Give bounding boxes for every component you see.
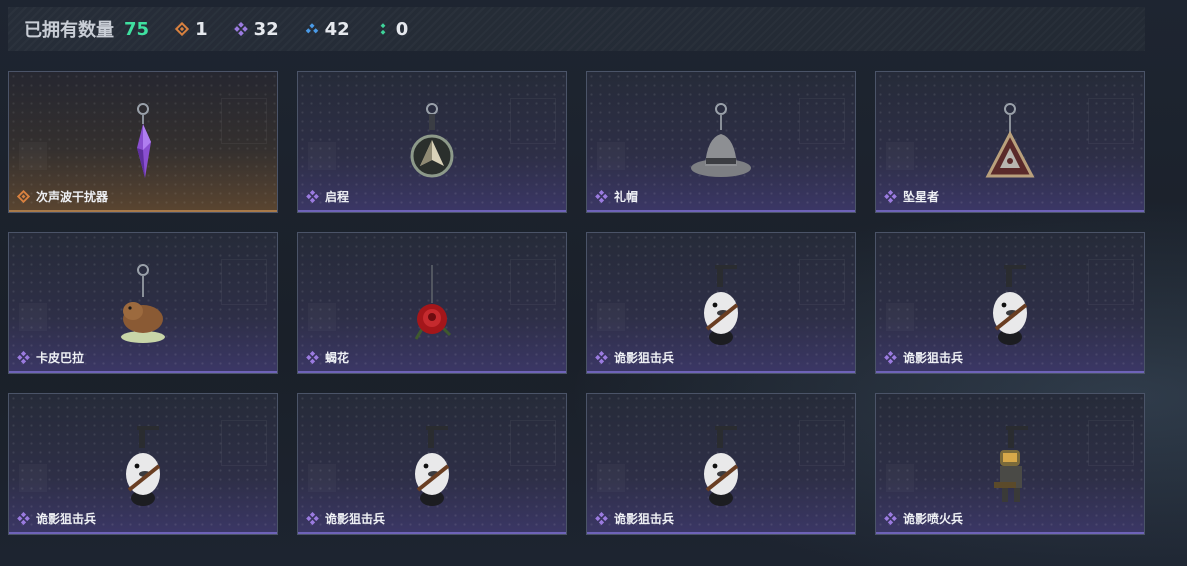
item-card[interactable]: 礼帽 — [586, 71, 856, 213]
orange-rarity-count: 1 — [175, 19, 208, 40]
capybara-pendant-image — [121, 264, 165, 343]
triangle-badge-pendant-image — [985, 103, 1035, 178]
item-card[interactable]: 诡影狙击兵 — [297, 393, 567, 535]
item-name: 诡影狙击兵 — [325, 512, 386, 526]
purple-rarity-icon — [595, 512, 608, 525]
item-name-row: 诡影狙击兵 — [306, 510, 385, 527]
item-name: 启程 — [325, 190, 350, 204]
purple-rarity-icon — [233, 22, 248, 36]
item-name: 卡皮巴拉 — [36, 351, 85, 365]
purple-rarity-icon — [306, 512, 319, 525]
green-rarity-value: 0 — [395, 18, 409, 40]
item-name: 诡影狙击兵 — [614, 351, 675, 365]
item-name: 诡影狙击兵 — [36, 512, 97, 526]
item-card[interactable]: 启程 — [297, 71, 567, 213]
owned-count-total: 75 — [124, 18, 150, 40]
purple-rarity-icon — [17, 512, 30, 525]
owned-count-label: 已拥有数量 — [24, 20, 114, 41]
fedora-hat-pendant-image — [691, 103, 751, 177]
sniper-duck-pendant-image — [415, 426, 450, 506]
red-rose-pendant-image — [414, 265, 452, 340]
purple-rarity-value: 32 — [253, 18, 279, 40]
item-name: 次声波干扰器 — [36, 190, 109, 204]
item-name-row: 诡影狙击兵 — [595, 349, 674, 366]
item-name-row: 诡影狙击兵 — [595, 510, 674, 527]
purple-rarity-count: 32 — [233, 18, 279, 40]
sniper-duck-pendant-image — [126, 426, 161, 506]
sniper-duck-pendant-image — [704, 265, 739, 345]
item-name: 蝎花 — [325, 351, 350, 365]
item-name-row: 蝎花 — [306, 349, 349, 366]
orange-rarity-icon — [175, 22, 190, 36]
item-card[interactable]: 诡影喷火兵 — [875, 393, 1145, 535]
sniper-duck-pendant-image — [704, 426, 739, 506]
item-card[interactable]: 诡影狙击兵 — [875, 232, 1145, 374]
item-name-row: 启程 — [306, 188, 349, 205]
item-name: 坠星者 — [903, 190, 940, 204]
purple-rarity-icon — [306, 351, 319, 364]
compass-medal-pendant-image — [410, 103, 454, 178]
item-name-row: 礼帽 — [595, 188, 638, 205]
purple-crystal-pendant-image — [137, 103, 151, 178]
item-card[interactable]: 诡影狙击兵 — [8, 393, 278, 535]
item-card[interactable]: 卡皮巴拉 — [8, 232, 278, 374]
item-name-row: 诡影喷火兵 — [884, 510, 963, 527]
item-card[interactable]: 次声波干扰器 — [8, 71, 278, 213]
item-card[interactable]: 诡影狙击兵 — [586, 232, 856, 374]
blue-rarity-count: 42 — [305, 19, 350, 40]
item-card[interactable]: 蝎花 — [297, 232, 567, 374]
green-rarity-icon — [380, 23, 386, 35]
purple-rarity-icon — [884, 351, 897, 364]
purple-rarity-icon — [17, 351, 30, 364]
item-name: 诡影狙击兵 — [903, 351, 964, 365]
green-rarity-count: 0 — [376, 18, 409, 40]
item-name-row: 卡皮巴拉 — [17, 349, 84, 366]
item-name-row: 次声波干扰器 — [17, 188, 108, 205]
item-card[interactable]: 坠星者 — [875, 71, 1145, 213]
owned-count-bar: 已拥有数量 75 1 32 42 0 — [8, 7, 1145, 51]
sniper-duck-pendant-image — [993, 265, 1028, 345]
blue-rarity-value: 42 — [324, 18, 350, 40]
item-name: 礼帽 — [614, 190, 639, 204]
purple-rarity-icon — [306, 190, 319, 203]
purple-rarity-icon — [884, 190, 897, 203]
pendant-grid: 次声波干扰器 启程 礼帽 坠星者 卡皮巴拉 蝎花 诡影狙击兵 诡影狙击兵 诡影狙… — [8, 71, 1145, 535]
flamethrower-soldier-pendant-image — [994, 426, 1028, 502]
item-name: 诡影喷火兵 — [903, 512, 964, 526]
item-name-row: 诡影狙击兵 — [884, 349, 963, 366]
purple-rarity-icon — [595, 190, 608, 203]
orange-rarity-value: 1 — [195, 18, 208, 40]
purple-rarity-icon — [884, 512, 897, 525]
orange-rarity-icon — [17, 190, 30, 203]
blue-rarity-icon — [305, 23, 318, 34]
purple-rarity-icon — [595, 351, 608, 364]
item-card[interactable]: 诡影狙击兵 — [586, 393, 856, 535]
item-name: 诡影狙击兵 — [614, 512, 675, 526]
item-name-row: 坠星者 — [884, 188, 939, 205]
item-name-row: 诡影狙击兵 — [17, 510, 96, 527]
